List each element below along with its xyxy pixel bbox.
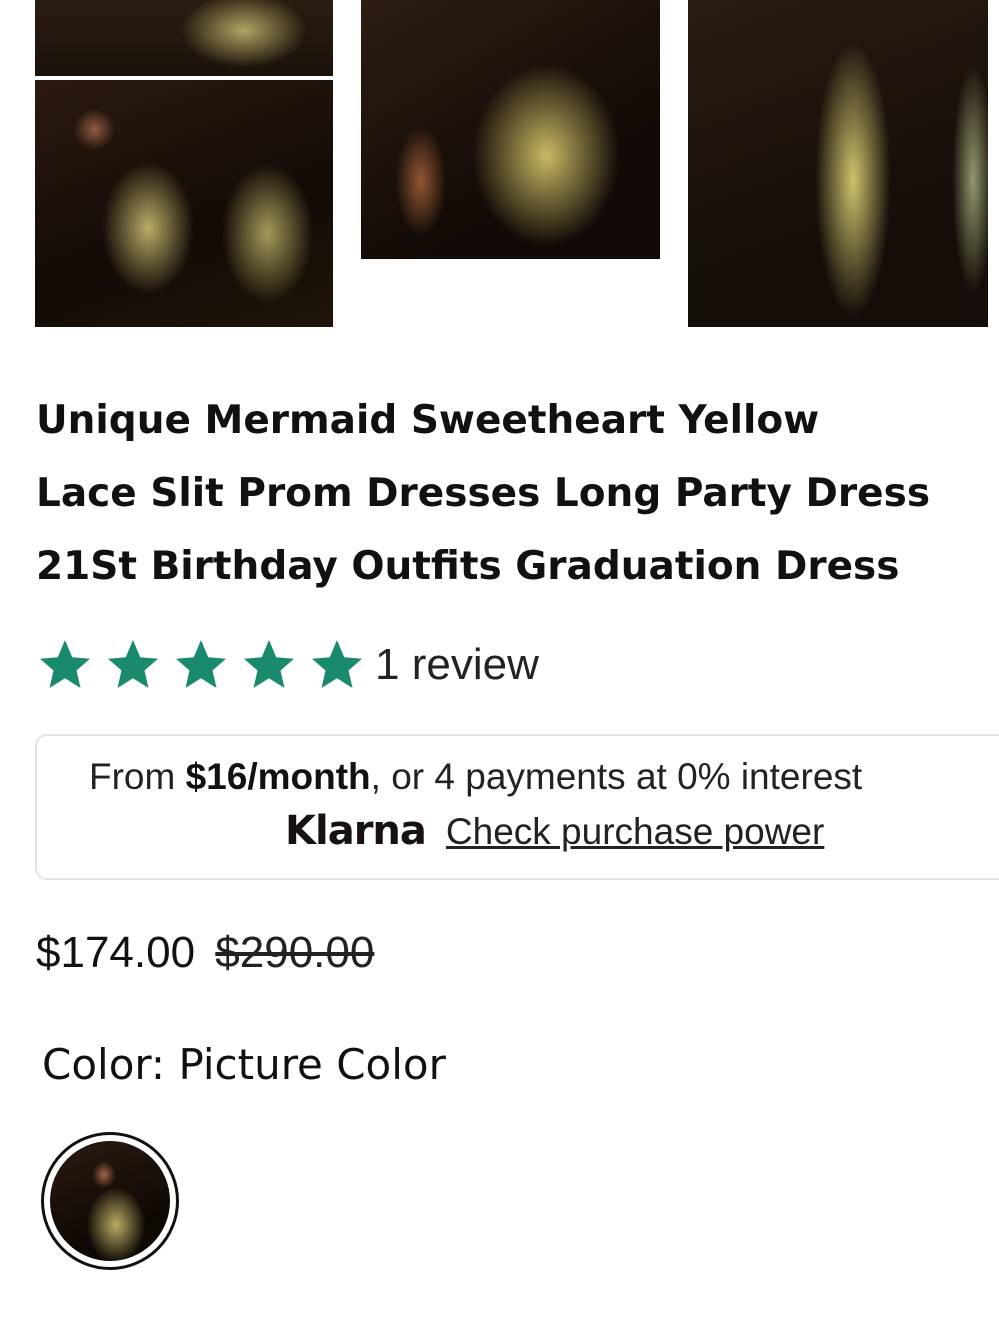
selected-color-value: Picture Color (178, 1040, 446, 1089)
star-icon (244, 640, 294, 688)
star-icon (108, 640, 158, 688)
sale-price: $174.00 (36, 928, 196, 977)
klarna-amount: $16/month (185, 756, 371, 797)
check-purchase-power-link[interactable]: Check purchase power (446, 811, 824, 853)
product-title-line: Lace Slit Prom Dresses Long Party Dress (36, 471, 931, 516)
price: $174.00 $290.00 (36, 928, 374, 978)
original-price: $290.00 (215, 928, 375, 977)
klarna-suffix: , or 4 payments at 0% interest (370, 756, 863, 797)
color-swatch-picture-color[interactable] (41, 1132, 179, 1270)
dress-photo (361, 0, 660, 259)
dress-photo (35, 80, 333, 327)
color-label: Color: (42, 1040, 166, 1089)
color-selector-label: Color: Picture Color (42, 1040, 446, 1089)
klarna-financing-box: From $16/month, or 4 payments at 0% inte… (35, 734, 999, 880)
rating[interactable]: 1 review (35, 635, 539, 695)
review-count-link[interactable]: 1 review (375, 640, 539, 690)
star-icon (40, 640, 90, 688)
gallery-image-right[interactable] (688, 0, 988, 327)
star-icon (176, 640, 226, 688)
gallery-image-center[interactable] (361, 0, 660, 259)
star-icon (312, 640, 362, 688)
gallery-image-top-left[interactable] (35, 0, 333, 76)
klarna-message: From $16/month, or 4 payments at 0% inte… (89, 756, 862, 798)
swatch-image (50, 1141, 170, 1261)
product-title-line: 21St Birthday Outfits Graduation Dress (36, 544, 900, 589)
klarna-cta-row: Klarna Check purchase power (285, 808, 824, 854)
klarna-logo: Klarna (285, 808, 427, 854)
gallery-image-main-left[interactable] (35, 80, 333, 327)
product-title: Unique Mermaid Sweetheart Yellow Lace Sl… (36, 384, 999, 603)
dress-photo (688, 0, 988, 327)
klarna-prefix: From (89, 756, 186, 797)
product-title-line: Unique Mermaid Sweetheart Yellow (36, 398, 820, 443)
dress-photo (50, 1141, 170, 1261)
dress-photo (35, 0, 333, 76)
